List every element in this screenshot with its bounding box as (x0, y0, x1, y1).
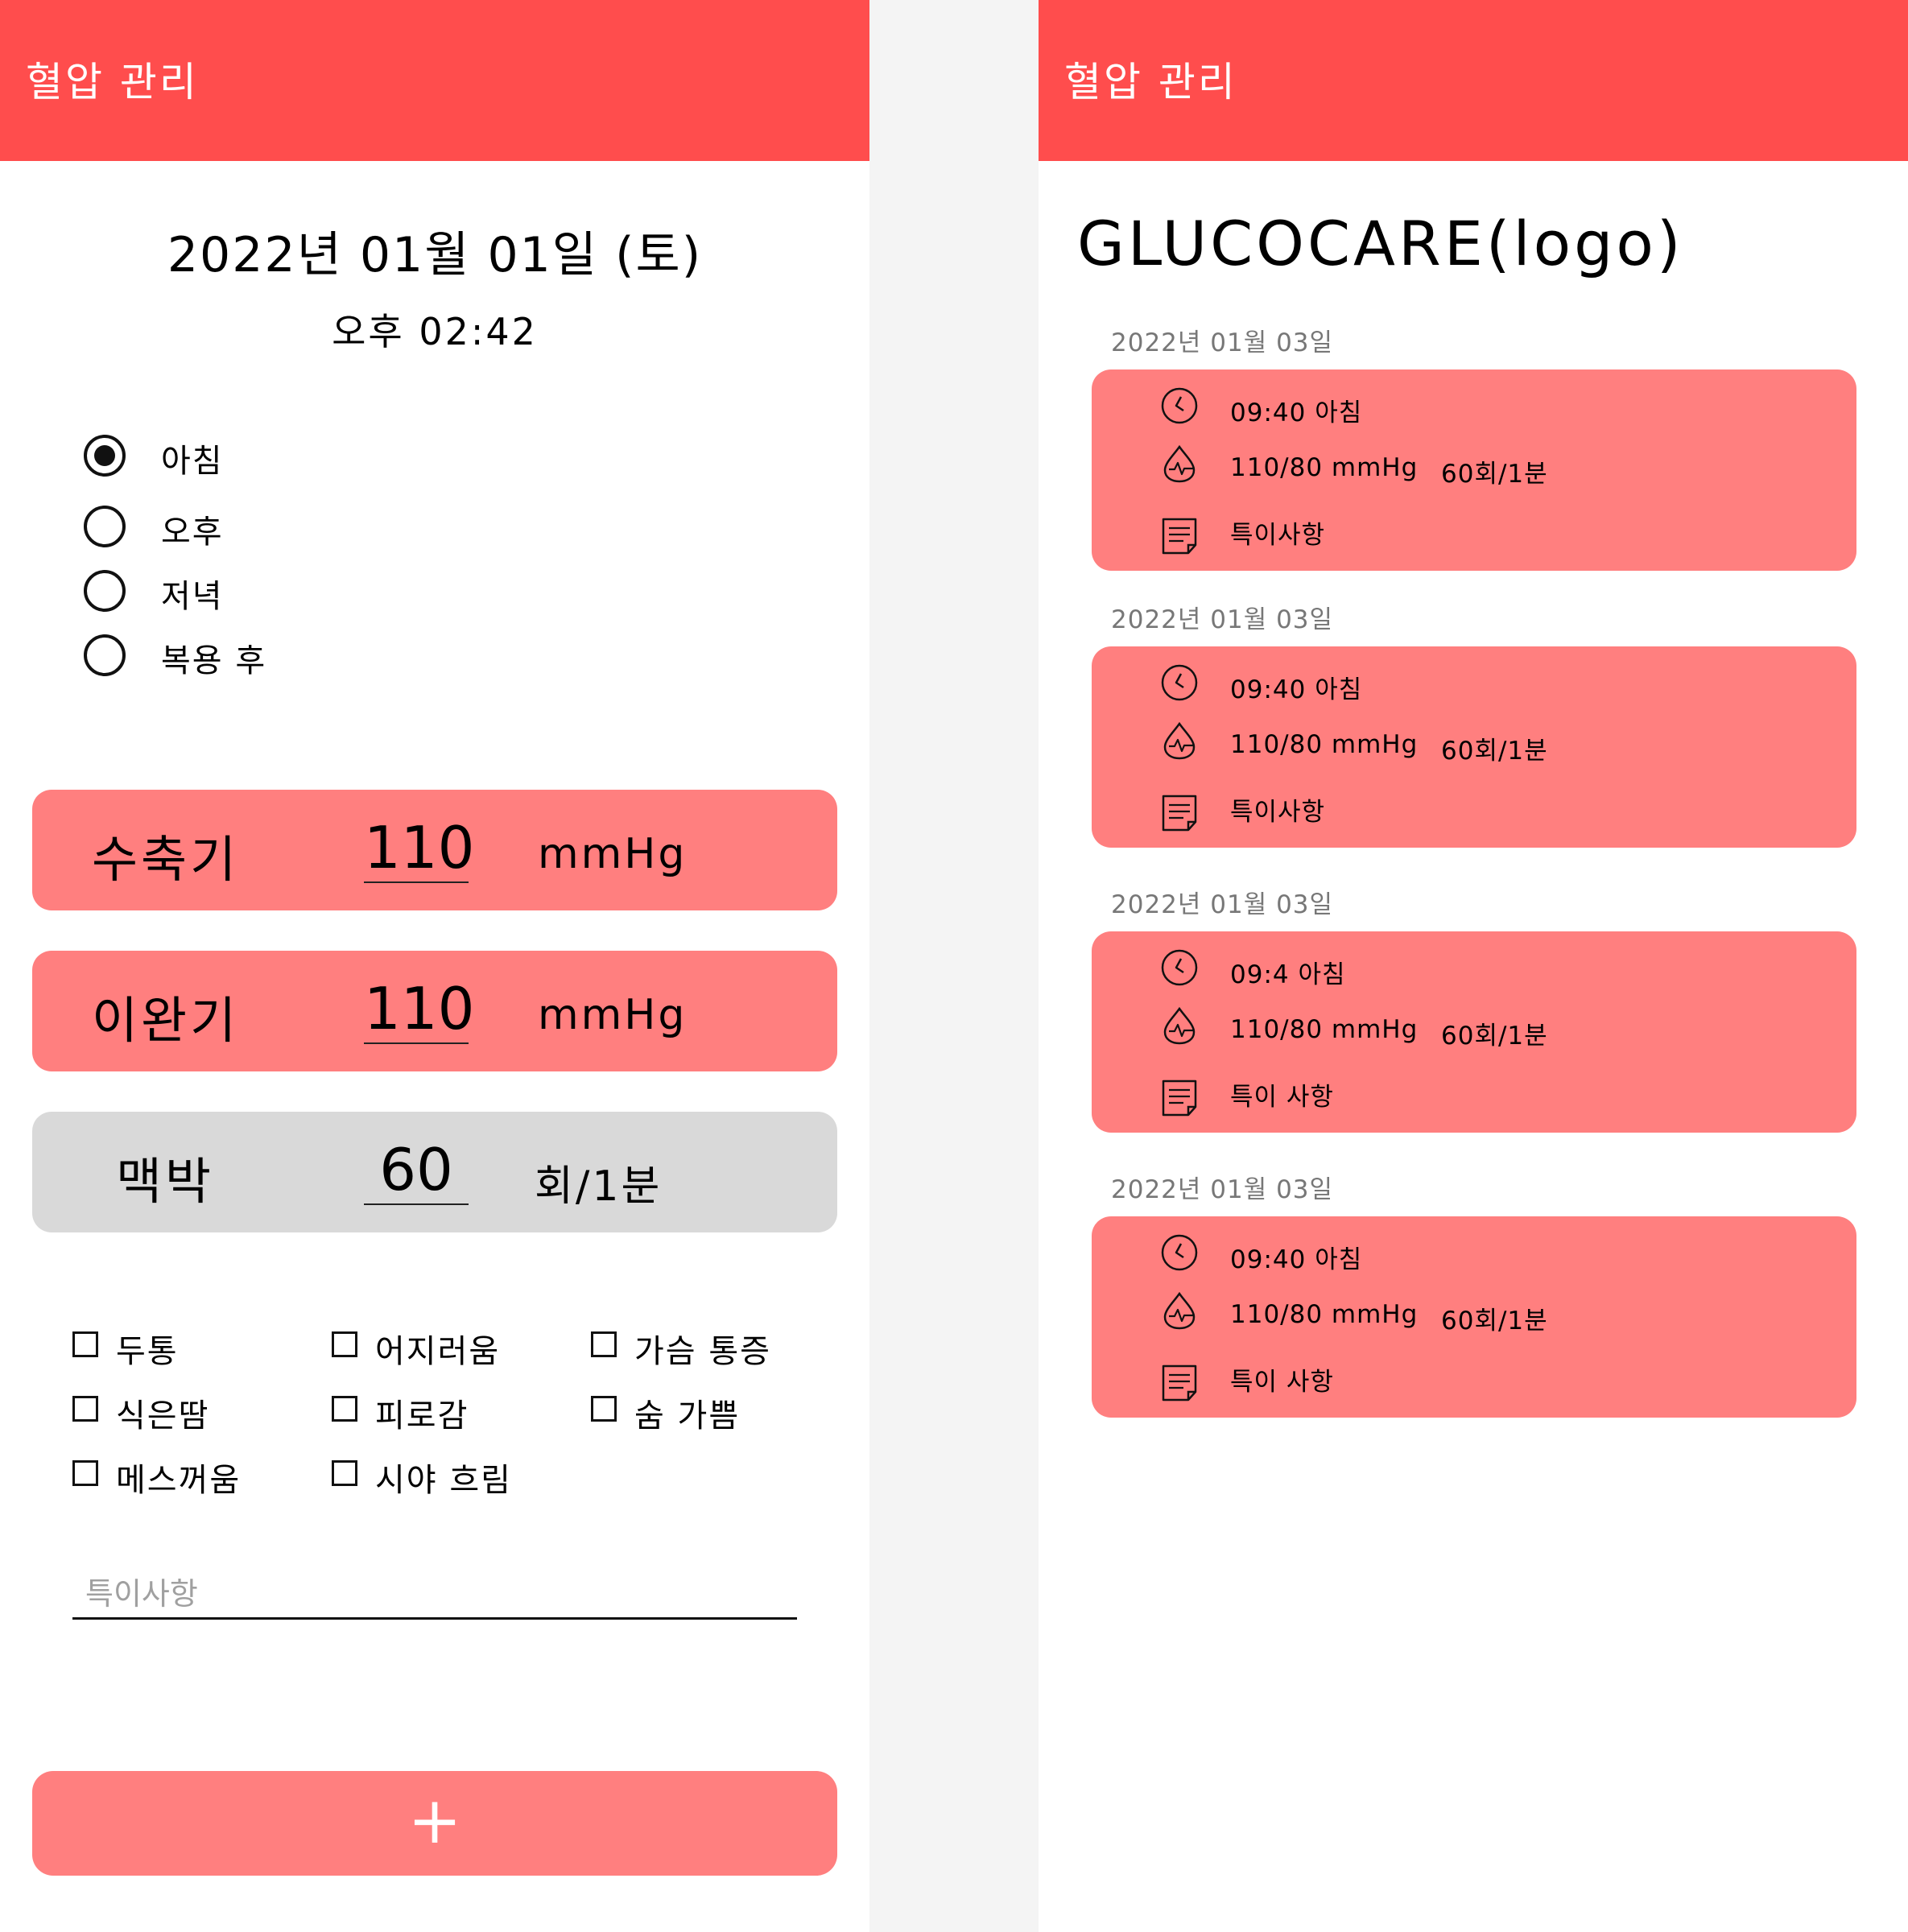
record-pulse: 60회/1분 (1441, 1022, 1548, 1051)
blood-drop-icon (1159, 720, 1200, 761)
clock-icon (1159, 386, 1200, 426)
checkbox-label: 식은땀 (116, 1397, 210, 1435)
note-icon (1159, 516, 1200, 556)
checkbox-label: 메스꺼움 (116, 1462, 242, 1499)
checkbox-label: 피로감 (375, 1397, 469, 1435)
app-title: 혈압 관리 (26, 59, 199, 105)
checkbox[interactable] (591, 1331, 617, 1357)
date-display[interactable]: 2022년 01월 01일 (토) (0, 216, 869, 286)
systolic-label: 수축기 (92, 830, 240, 889)
record-pressure: 110/80 mmHg (1230, 1300, 1419, 1329)
checkbox[interactable] (72, 1396, 98, 1422)
record-note: 특이사항 (1230, 521, 1326, 550)
record-time: 09:40 아침 (1230, 398, 1363, 427)
pulse-value-input[interactable]: 60 (364, 1136, 469, 1205)
record-date: 2022년 01월 03일 (1111, 890, 1334, 919)
diastolic-box: 이완기 110 mmHg (32, 951, 837, 1071)
record-pressure: 110/80 mmHg (1230, 453, 1419, 482)
diastolic-unit: mmHg (538, 991, 688, 1039)
note-input[interactable] (72, 1570, 797, 1620)
radio-label: 복용 후 (161, 642, 267, 679)
checkbox-label: 어지러움 (375, 1333, 501, 1370)
app-bar: 혈압 관리 (1039, 0, 1908, 161)
clock-icon (1159, 663, 1200, 703)
blood-drop-icon (1159, 444, 1200, 484)
record-pulse: 60회/1분 (1441, 460, 1548, 489)
bp-records-screen: 혈압 관리 GLUCOCARE(logo) 2022년 01월 03일 09:4… (1039, 0, 1908, 1932)
clock-icon (1159, 1232, 1200, 1273)
record-pressure: 110/80 mmHg (1230, 1015, 1419, 1044)
note-icon (1159, 1363, 1200, 1403)
note-icon (1159, 793, 1200, 833)
record-pulse: 60회/1분 (1441, 1307, 1548, 1335)
checkbox[interactable] (591, 1396, 617, 1422)
record-pulse: 60회/1분 (1441, 737, 1548, 766)
time-display[interactable]: 오후 02:42 (0, 303, 869, 356)
record-date: 2022년 01월 03일 (1111, 328, 1334, 357)
radio-label: 오후 (161, 514, 224, 551)
app-title: 혈압 관리 (1064, 59, 1237, 105)
record-pressure: 110/80 mmHg (1230, 730, 1419, 759)
record-card[interactable]: 09:40 아침 110/80 mmHg 60회/1분 특이 사항 (1092, 1216, 1856, 1418)
systolic-box: 수축기 110 mmHg (32, 790, 837, 910)
radio-label: 저녁 (161, 578, 224, 615)
pulse-box: 맥박 60 회/1분 (32, 1112, 837, 1232)
checkbox[interactable] (72, 1331, 98, 1357)
record-card[interactable]: 09:40 아침 110/80 mmHg 60회/1분 특이사항 (1092, 646, 1856, 848)
checkbox[interactable] (72, 1460, 98, 1486)
checkbox-label: 숨 가쁨 (634, 1397, 741, 1435)
radio-button[interactable] (84, 506, 126, 547)
record-note: 특이 사항 (1230, 1083, 1334, 1112)
clock-icon (1159, 947, 1200, 988)
radio-label: 아침 (161, 443, 224, 480)
checkbox-label: 시야 흐림 (375, 1462, 512, 1499)
radio-button[interactable] (84, 570, 126, 612)
pulse-unit: 회/1분 (535, 1162, 663, 1211)
checkbox-label: 가슴 통증 (634, 1333, 771, 1370)
record-card[interactable]: 09:4 아침 110/80 mmHg 60회/1분 특이 사항 (1092, 931, 1856, 1133)
checkbox[interactable] (332, 1460, 357, 1486)
app-bar: 혈압 관리 (0, 0, 869, 161)
diastolic-value-input[interactable]: 110 (364, 975, 474, 1044)
record-time: 09:40 아침 (1230, 1245, 1363, 1274)
bp-input-screen: 혈압 관리 2022년 01월 01일 (토) 오후 02:42 아침 오후 저… (0, 0, 869, 1932)
blood-drop-icon (1159, 1290, 1200, 1331)
record-time: 09:40 아침 (1230, 675, 1363, 704)
app-logo: GLUCOCARE(logo) (1077, 208, 1684, 279)
radio-button-selected[interactable] (84, 435, 126, 477)
add-record-button[interactable]: + (32, 1771, 837, 1876)
checkbox[interactable] (332, 1396, 357, 1422)
checkbox[interactable] (332, 1331, 357, 1357)
record-date: 2022년 01월 03일 (1111, 1175, 1334, 1204)
systolic-unit: mmHg (538, 830, 688, 878)
checkbox-label: 두통 (116, 1333, 179, 1370)
record-note: 특이 사항 (1230, 1368, 1334, 1397)
record-card[interactable]: 09:40 아침 110/80 mmHg 60회/1분 특이사항 (1092, 369, 1856, 571)
radio-dot (94, 445, 115, 466)
diastolic-label: 이완기 (92, 991, 240, 1050)
systolic-value-input[interactable]: 110 (364, 814, 474, 883)
record-date: 2022년 01월 03일 (1111, 605, 1334, 634)
blood-drop-icon (1159, 1005, 1200, 1046)
pulse-label: 맥박 (116, 1152, 215, 1211)
record-time: 09:4 아침 (1230, 960, 1346, 989)
record-note: 특이사항 (1230, 798, 1326, 827)
radio-button[interactable] (84, 634, 126, 676)
note-icon (1159, 1078, 1200, 1118)
